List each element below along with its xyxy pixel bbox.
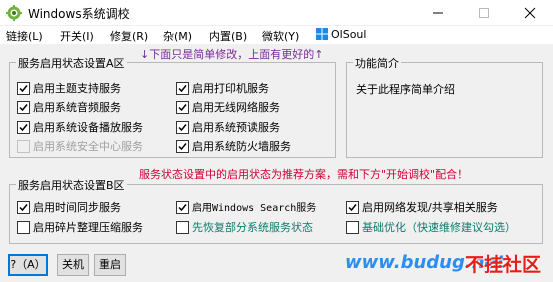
menu-bar: 链接(L) 开关(I) 修复(R) 杂(M) 内置(B) 微软(Y) OlSou… bbox=[0, 26, 553, 44]
checkbox-label: 启用系统防火墙服务 bbox=[192, 140, 291, 153]
checkbox-label: 启用系统安全中心服务 bbox=[33, 140, 143, 153]
checkbox-label: 启用Windows Search服务 bbox=[192, 203, 317, 214]
checkbox-label: 启用无线网络服务 bbox=[192, 101, 280, 114]
maximize-button[interactable] bbox=[461, 0, 507, 25]
checkbox-wireless-service[interactable]: 启用无线网络服务 bbox=[176, 99, 280, 114]
checkmark-icon bbox=[19, 124, 28, 132]
checkbox-label: 启用主题支持服务 bbox=[33, 82, 121, 95]
checkbox-defrag-service[interactable]: 启用碎片整理压缩服务 bbox=[17, 219, 143, 234]
checkbox-box[interactable] bbox=[176, 121, 189, 134]
app-gear-icon bbox=[6, 5, 22, 21]
checkbox-printer-service[interactable]: 启用打印机服务 bbox=[176, 80, 269, 95]
menu-switch[interactable]: 开关(I) bbox=[60, 28, 94, 44]
checkbox-label: 启用碎片整理压缩服务 bbox=[33, 221, 143, 234]
checkmark-icon bbox=[178, 85, 187, 93]
checkbox-firewall-service[interactable]: 启用系统防火墙服务 bbox=[176, 138, 291, 153]
group-a-legend: 服务启用状态设置A区 bbox=[16, 55, 127, 71]
restart-button[interactable]: 重启 bbox=[94, 254, 126, 276]
checkmark-icon bbox=[178, 143, 187, 151]
checkbox-theme-service[interactable]: 启用主题支持服务 bbox=[17, 80, 121, 95]
checkbox-basic-optimize[interactable]: 基础优化（快速维修建议勾选） bbox=[346, 219, 516, 234]
checkbox-box[interactable] bbox=[176, 221, 189, 234]
menu-builtin[interactable]: 内置(B) bbox=[209, 28, 247, 44]
checkbox-label: 启用网络发现/共享相关服务 bbox=[362, 201, 498, 214]
close-icon bbox=[524, 7, 536, 19]
checkbox-label: 启用系统预读服务 bbox=[192, 121, 280, 134]
watermark-logo: 不挂社区 bbox=[465, 254, 542, 276]
close-button[interactable] bbox=[507, 0, 553, 25]
help-button[interactable]: ?（A） bbox=[8, 254, 48, 276]
checkmark-icon bbox=[19, 85, 28, 93]
group-b-legend: 服务启用状态设置B区 bbox=[16, 177, 127, 193]
minimize-icon bbox=[433, 12, 443, 14]
checkbox-box[interactable] bbox=[17, 221, 30, 234]
main-window: Windows系统调校 链接(L) 开关(I) 修复(R) 杂(M) 内置(B)… bbox=[0, 0, 553, 282]
checkbox-label: 基础优化（快速维修建议勾选） bbox=[362, 221, 516, 234]
maximize-icon bbox=[479, 8, 489, 18]
menu-links[interactable]: 链接(L) bbox=[6, 28, 43, 44]
checkbox-audio-service[interactable]: 启用系统音频服务 bbox=[17, 99, 121, 114]
checkmark-icon bbox=[19, 204, 28, 212]
checkbox-label: 先恢复部分系统服务状态 bbox=[192, 221, 313, 234]
window-title: Windows系统调校 bbox=[28, 7, 130, 21]
checkmark-icon bbox=[19, 104, 28, 112]
checkbox-prefetch-service[interactable]: 启用系统预读服务 bbox=[176, 119, 280, 134]
function-intro-group: 功能简介 bbox=[346, 55, 543, 158]
checkbox-windows-search-service[interactable]: 启用Windows Search服务 bbox=[176, 199, 317, 214]
checkbox-network-discovery-service[interactable]: 启用网络发现/共享相关服务 bbox=[346, 199, 498, 214]
checkbox-box bbox=[17, 140, 30, 153]
minimize-button[interactable] bbox=[415, 0, 461, 25]
menu-misc[interactable]: 杂(M) bbox=[163, 28, 192, 44]
checkbox-time-sync-service[interactable]: 启用时间同步服务 bbox=[17, 199, 121, 214]
checkbox-box[interactable] bbox=[346, 201, 359, 214]
function-intro-text: 关于此程序简单介绍 bbox=[356, 83, 455, 96]
checkbox-box[interactable] bbox=[17, 201, 30, 214]
windows-logo-icon bbox=[316, 28, 328, 40]
checkmark-icon bbox=[348, 204, 357, 212]
group-b: 服务启用状态设置B区 bbox=[9, 177, 543, 244]
checkmark-icon bbox=[178, 204, 187, 212]
checkbox-device-playback-service[interactable]: 启用系统设备播放服务 bbox=[17, 119, 143, 134]
checkbox-label: 启用打印机服务 bbox=[192, 82, 269, 95]
checkbox-box[interactable] bbox=[176, 201, 189, 214]
menu-olsoul[interactable]: OlSoul bbox=[316, 28, 366, 41]
checkbox-box[interactable] bbox=[17, 121, 30, 134]
checkbox-label: 启用系统音频服务 bbox=[33, 101, 121, 114]
checkbox-label: 启用时间同步服务 bbox=[33, 201, 121, 214]
shutdown-button[interactable]: 关机 bbox=[57, 254, 89, 276]
menu-microsoft[interactable]: 微软(Y) bbox=[262, 28, 299, 44]
checkmark-icon bbox=[178, 104, 187, 112]
menu-olsoul-label: OlSoul bbox=[331, 28, 367, 41]
checkbox-box[interactable] bbox=[176, 140, 189, 153]
checkbox-box[interactable] bbox=[17, 101, 30, 114]
checkbox-box[interactable] bbox=[346, 221, 359, 234]
checkbox-box[interactable] bbox=[176, 101, 189, 114]
checkbox-restore-services[interactable]: 先恢复部分系统服务状态 bbox=[176, 219, 313, 234]
notice-recommended: 服务状态设置中的启用状态为推荐方案，需和下方"开始调校"配合！ bbox=[139, 168, 469, 181]
checkbox-box[interactable] bbox=[17, 82, 30, 95]
checkbox-label: 启用系统设备播放服务 bbox=[33, 121, 143, 134]
menu-repair[interactable]: 修复(R) bbox=[110, 28, 148, 44]
function-intro-legend: 功能简介 bbox=[353, 55, 401, 71]
checkbox-security-center-service: 启用系统安全中心服务 bbox=[17, 138, 143, 153]
checkbox-box[interactable] bbox=[176, 82, 189, 95]
notice-top: ↓下面只是简单修改，上面有更好的↑ bbox=[140, 48, 324, 61]
checkmark-icon bbox=[178, 124, 187, 132]
title-bar: Windows系统调校 bbox=[0, 0, 553, 25]
